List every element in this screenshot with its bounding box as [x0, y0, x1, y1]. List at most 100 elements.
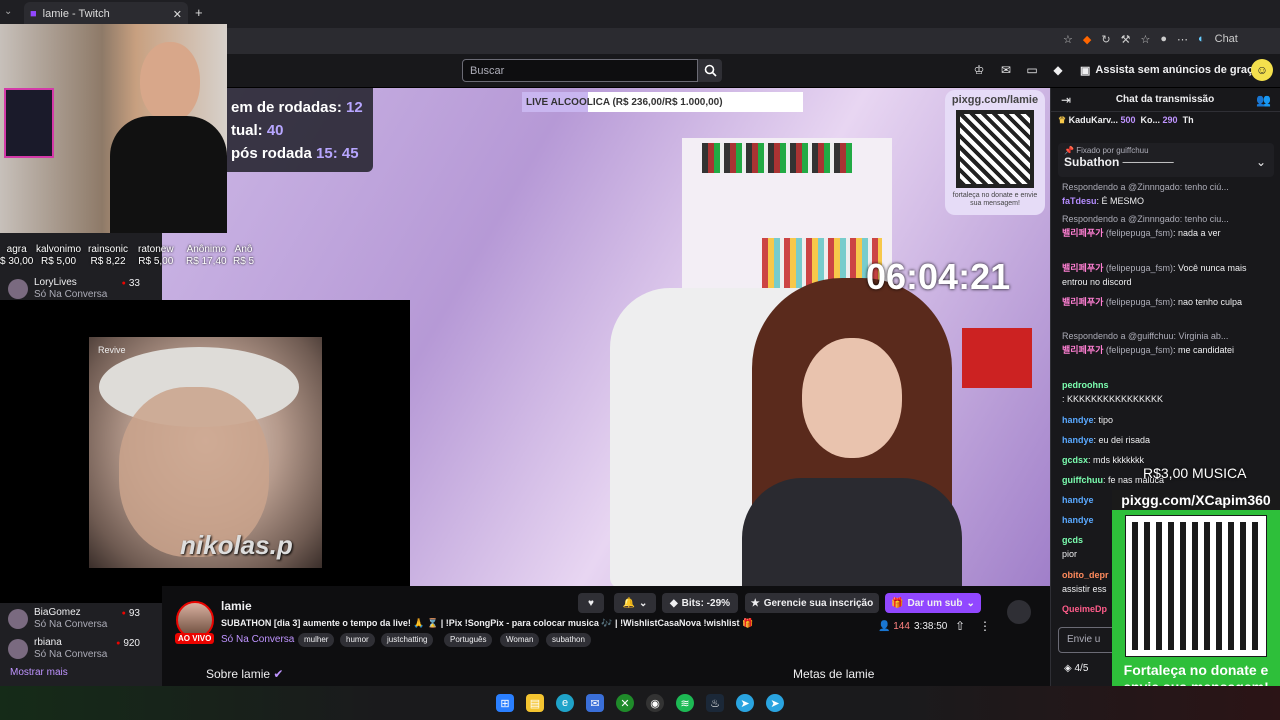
bits-icon: ◆: [669, 597, 678, 609]
notifications-button[interactable]: 🔔 ⌄: [614, 593, 656, 613]
more-icon[interactable]: ⋯: [1177, 33, 1188, 46]
tab-list-icon[interactable]: ⌄: [4, 6, 12, 17]
qr-left-title: pixgg.com/lamie: [951, 94, 1039, 106]
outlook-icon[interactable]: ✉: [586, 694, 604, 712]
sidebar-channel[interactable]: rbianaSó Na Conversa 920: [8, 634, 158, 664]
chat-input[interactable]: Envie u: [1058, 627, 1118, 653]
chevron-down-icon: ⌄: [966, 597, 975, 609]
webcam-person-body: [110, 116, 227, 233]
viewer-count: 920: [116, 638, 140, 649]
telegram-icon-2[interactable]: ➤: [766, 694, 784, 712]
webcam-overlay: [0, 24, 227, 233]
steam-icon[interactable]: ♨: [706, 694, 724, 712]
bits-icon[interactable]: ◆: [1050, 62, 1066, 78]
ad-free-button[interactable]: ▣ Assista sem anúncios de graça: [1080, 60, 1259, 80]
streamer-name[interactable]: lamie: [221, 599, 252, 613]
xbox-icon[interactable]: ✕: [616, 694, 634, 712]
extension-icon[interactable]: ◆: [1083, 33, 1091, 46]
ad-free-icon: ▣: [1080, 64, 1091, 77]
tools-icon[interactable]: ⚒: [1121, 33, 1131, 46]
chat-header: Chat da transmissão: [1050, 88, 1280, 112]
collections-icon[interactable]: ☆: [1140, 33, 1150, 46]
chat-reply: Respondendo a @guiffchuu: Virginia ab...: [1062, 331, 1229, 341]
user-avatar[interactable]: ☺: [1251, 59, 1273, 81]
qr-code-right: [1125, 515, 1267, 657]
stream-category[interactable]: Só Na Conversa: [221, 634, 294, 645]
gift-sub-button[interactable]: 🎁 Dar um sub ⌄: [885, 593, 981, 613]
person-icon: 👤: [878, 621, 891, 632]
tag[interactable]: humor: [340, 633, 375, 647]
viewer-count: 👤 144: [878, 621, 910, 632]
channel-name: LoryLives: [34, 277, 77, 288]
obs-icon[interactable]: ◉: [646, 694, 664, 712]
manage-sub-button[interactable]: ★ Gerencie sua inscrição: [745, 593, 879, 613]
browser-toolbar: ☆ ◆ ↻ ⚒ ☆ ● ⋯ ◐ Chat: [1063, 33, 1238, 46]
telegram-icon[interactable]: ➤: [736, 694, 754, 712]
rounds-label-3: pós rodada: [231, 145, 312, 162]
windows-start-icon[interactable]: ⊞: [496, 694, 514, 712]
tag[interactable]: Woman: [500, 633, 540, 647]
community-icon[interactable]: 👥: [1256, 93, 1271, 107]
tag[interactable]: justchatting: [381, 633, 434, 647]
crown-icon: ♛: [1058, 115, 1067, 125]
chat-message: 밸리페푸가 (felipepuga_fsm): nao tenho culpa: [1062, 297, 1243, 307]
tag[interactable]: subathon: [546, 633, 591, 647]
inbox-icon[interactable]: ✉: [998, 62, 1014, 78]
tag[interactable]: mulher: [298, 633, 335, 647]
music-price-label: R$3,00 MUSICA: [1143, 465, 1247, 481]
chat-message: handye: eu dei risada: [1062, 435, 1151, 445]
donor-item: kalvonimo R$ 5,00: [36, 244, 82, 267]
gift-sub-label: Dar um sub: [907, 597, 963, 609]
search-input[interactable]: Buscar: [462, 59, 698, 82]
copilot-icon[interactable]: ◐: [1198, 33, 1205, 46]
chevron-down-icon: ⌄: [639, 597, 648, 609]
chat-label[interactable]: Chat: [1215, 33, 1238, 46]
chat-message: pedroohns: KKKKKKKKKKKKKKKK: [1062, 380, 1164, 404]
channel-name: BiaGomez: [34, 607, 81, 618]
channel-name: rbiana: [34, 637, 62, 648]
channel-points[interactable]: ◈ 4/5: [1064, 663, 1088, 674]
about-label: Sobre lamie: [206, 667, 271, 681]
live-badge: AO VIVO: [175, 633, 215, 644]
pinned-message[interactable]: 📌 Fixado por guiffchuu Subathon ────── ⌄: [1058, 143, 1274, 177]
pinned-text: Subathon: [1064, 155, 1120, 169]
rounds-value-4: 45: [341, 145, 359, 162]
profile-icon[interactable]: ●: [1160, 33, 1167, 46]
donor-item: ratonew R$ 5,00: [138, 244, 174, 267]
show-more-link[interactable]: Mostrar mais: [10, 667, 68, 678]
chat-message: 밸리페푸가 (felipepuga_fsm): Você nunca mais …: [1062, 263, 1247, 287]
gaming-pc: [4, 88, 54, 158]
leader-bits: 290: [1162, 115, 1178, 125]
sidebar-channel[interactable]: BiaGomezSó Na Conversa 93: [8, 604, 158, 634]
donor-item: agra $ 30,00: [0, 244, 34, 267]
rounds-value-2: 40: [266, 122, 284, 139]
extension-icon[interactable]: [1007, 600, 1031, 624]
tag[interactable]: Português: [444, 633, 493, 647]
chevron-down-icon[interactable]: ⌄: [1256, 155, 1266, 169]
crown-icon[interactable]: ♔: [971, 62, 987, 78]
share-icon[interactable]: ⇧: [955, 619, 965, 633]
ad-free-label: Assista sem anúncios de graça: [1095, 64, 1260, 76]
donor-item: Anônimo R$ 17,40: [186, 244, 227, 267]
browser-tab[interactable]: ■ lamie - Twitch ✕: [24, 2, 188, 26]
pinned-user: guiffchuu: [1116, 146, 1149, 155]
file-explorer-icon[interactable]: ▤: [526, 694, 544, 712]
rounds-value-3: 15:: [316, 145, 338, 162]
more-options-icon[interactable]: ⋮: [979, 619, 991, 633]
chat-message: handye: tipo: [1062, 415, 1114, 425]
whispers-icon[interactable]: ▭: [1024, 62, 1040, 78]
search-button[interactable]: [698, 59, 722, 82]
bits-button[interactable]: ◆ Bits: -29%: [662, 593, 738, 613]
follow-button[interactable]: ♥: [578, 593, 604, 613]
subathon-timer: 06:04:21: [866, 256, 1011, 297]
qr-left-caption: fortaleça no donate e envie sua mensagem…: [952, 192, 1038, 207]
close-tab-icon[interactable]: ✕: [173, 8, 182, 21]
rounds-label-1: em de rodadas:: [231, 99, 342, 116]
new-tab-icon[interactable]: +: [195, 5, 203, 20]
star-icon: ★: [750, 597, 760, 609]
refresh-icon[interactable]: ↻: [1101, 33, 1110, 46]
favorite-icon[interactable]: ☆: [1063, 33, 1073, 46]
spotify-icon[interactable]: ≋: [676, 694, 694, 712]
edge-icon[interactable]: e: [556, 694, 574, 712]
speaker: [962, 328, 1032, 388]
